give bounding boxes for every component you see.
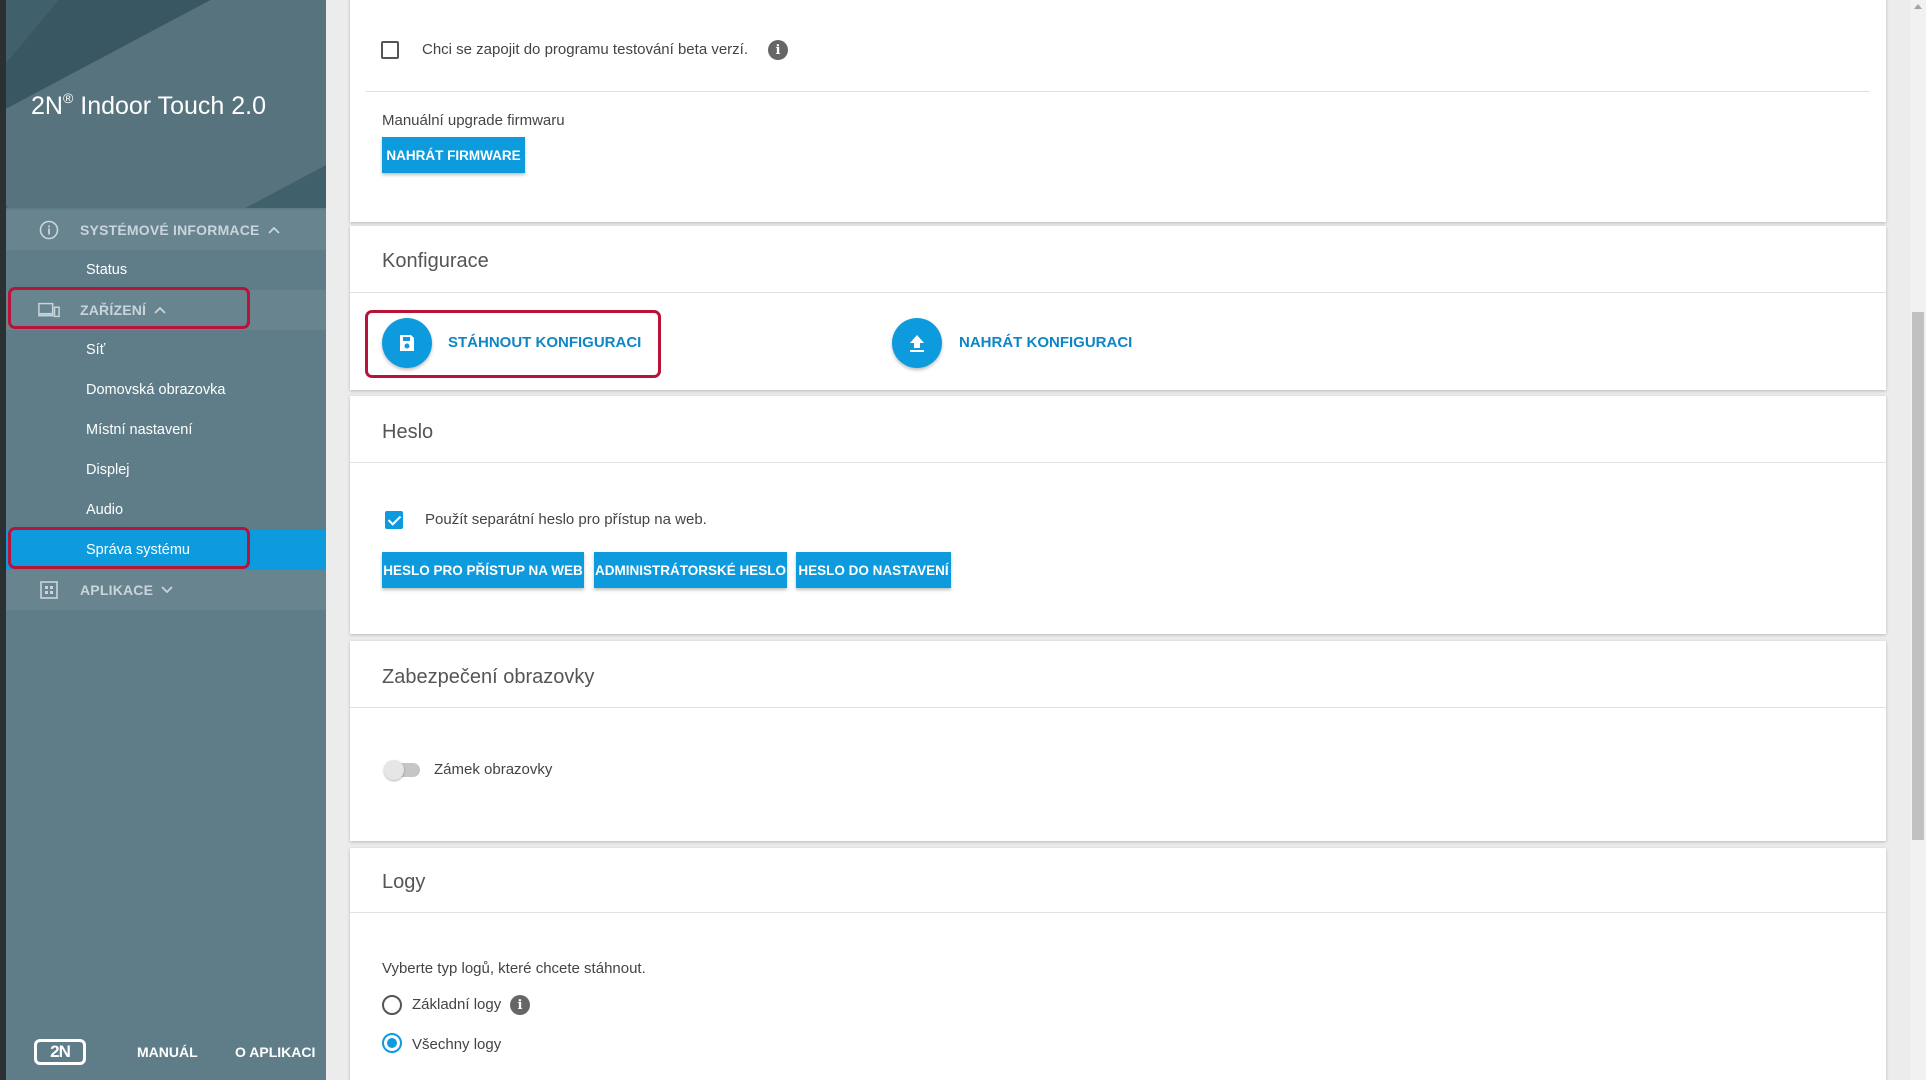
sidebar-item-network[interactable]: Síť (6, 330, 326, 370)
highlight-download-config (365, 310, 661, 378)
nav-section-label: APLIKACE (80, 582, 154, 598)
sidebar-item-audio[interactable]: Audio (6, 490, 326, 530)
basic-logs-radio[interactable] (382, 995, 402, 1015)
upload-icon (910, 335, 924, 352)
settings-password-button[interactable]: HESLO DO NASTAVENÍ (796, 552, 951, 588)
nav-section-apps[interactable]: APLIKACE (6, 570, 326, 610)
about-link[interactable]: O APLIKACI (235, 1044, 315, 1060)
main-content: Chci se zapojit do programu testování be… (326, 0, 1910, 1080)
info-icon[interactable]: i (510, 995, 530, 1015)
admin-password-button[interactable]: ADMINISTRÁTORSKÉ HESLO (594, 552, 787, 588)
sidebar-item-home-screen[interactable]: Domovská obrazovka (6, 370, 326, 410)
beta-program-checkbox[interactable] (381, 41, 399, 59)
info-icon (38, 219, 60, 241)
nav-section-label: SYSTÉMOVÉ INFORMACE (80, 222, 260, 238)
sidebar-item-status[interactable]: Status (6, 250, 326, 290)
beta-program-label: Chci se zapojit do programu testování be… (422, 41, 749, 58)
manual-link[interactable]: MANUÁL (137, 1044, 198, 1060)
web-password-button[interactable]: HESLO PRO PŘÍSTUP NA WEB (382, 552, 584, 588)
screen-lock-toggle[interactable] (384, 760, 420, 780)
chevron-down-icon (161, 583, 173, 597)
upload-config-label[interactable]: NAHRÁT KONFIGURACI (959, 334, 1132, 351)
logs-title: Logy (382, 871, 426, 893)
manual-upgrade-label: Manuální upgrade firmwaru (382, 112, 565, 129)
basic-logs-label: Základní logy (412, 996, 502, 1013)
scrollbar-thumb[interactable] (1912, 312, 1924, 840)
logs-card: Logy Vyberte typ logů, které chcete stáh… (350, 848, 1886, 1080)
sidebar-header: 2N® Indoor Touch 2.0 (6, 0, 326, 208)
password-card: Heslo Použít separátní heslo pro přístup… (350, 396, 1886, 634)
sidebar-item-display[interactable]: Displej (6, 450, 326, 490)
upload-config-button[interactable] (892, 318, 942, 368)
app-title: 2N® Indoor Touch 2.0 (31, 90, 267, 120)
highlight-system-management (8, 527, 250, 569)
separate-password-label: Použít separátní heslo pro přístup na we… (425, 511, 707, 528)
screen-security-title: Zabezpečení obrazovky (382, 666, 595, 688)
chevron-up-icon (267, 223, 280, 237)
configuration-title: Konfigurace (382, 250, 489, 272)
all-logs-radio[interactable] (382, 1033, 402, 1053)
screen-security-card: Zabezpečení obrazovky Zámek obrazovky (350, 641, 1886, 841)
nav-section-system-info[interactable]: SYSTÉMOVÉ INFORMACE (6, 210, 326, 250)
password-title: Heslo (382, 421, 434, 443)
info-icon[interactable]: i (768, 40, 788, 60)
page-scrollbar[interactable] (1910, 0, 1926, 1080)
brand-logo[interactable]: 2N (34, 1039, 86, 1065)
highlight-devices (8, 287, 250, 329)
sidebar-footer: 2N MANUÁL O APLIKACI (6, 1024, 326, 1080)
screen-lock-label: Zámek obrazovky (434, 761, 553, 778)
apps-icon (38, 579, 60, 601)
sidebar: 2N® Indoor Touch 2.0 SYSTÉMOVÉ INFORMACE… (0, 0, 326, 1080)
upload-firmware-button[interactable]: NAHRÁT FIRMWARE (382, 137, 525, 173)
all-logs-label: Všechny logy (412, 1036, 502, 1053)
sidebar-item-local-settings[interactable]: Místní nastavení (6, 410, 326, 450)
separate-password-checkbox[interactable] (385, 511, 403, 529)
logs-prompt: Vyberte typ logů, které chcete stáhnout. (382, 960, 646, 977)
scroll-up-arrow-icon[interactable] (1914, 4, 1922, 9)
firmware-card: Chci se zapojit do programu testování be… (350, 0, 1886, 222)
